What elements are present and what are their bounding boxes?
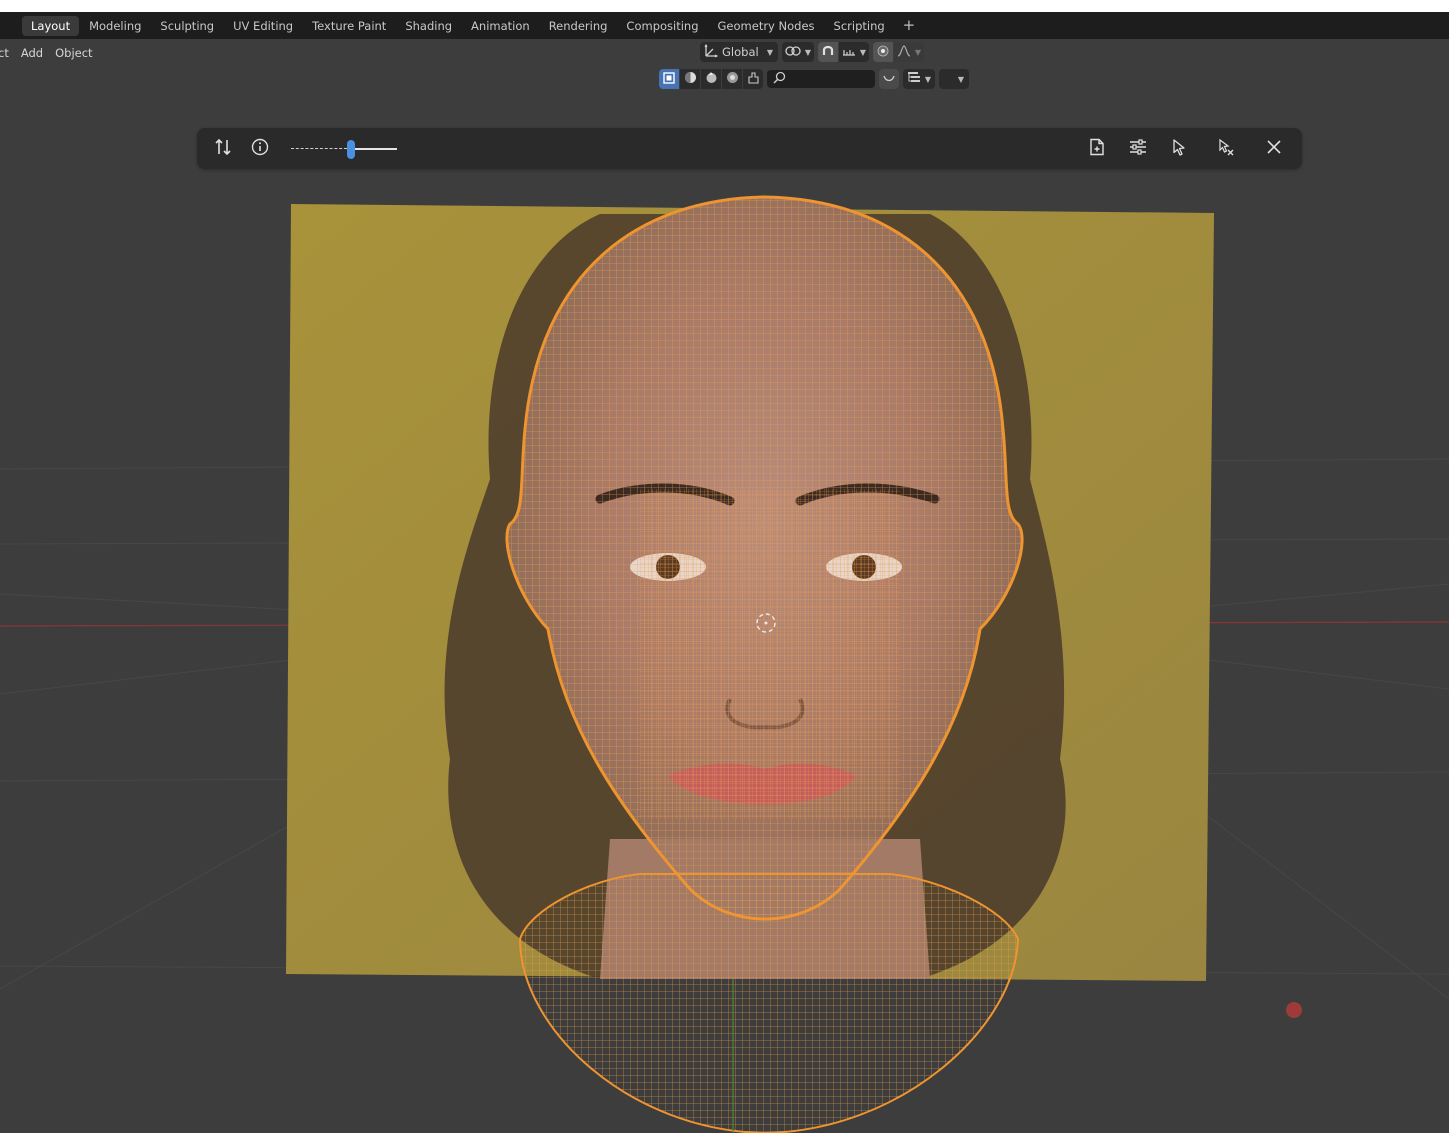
tab-texture-paint[interactable]: Texture Paint bbox=[303, 16, 395, 36]
menu-select[interactable]: ct bbox=[0, 44, 15, 62]
solid-shading-icon bbox=[663, 71, 675, 87]
rendered-shading-icon bbox=[705, 71, 718, 87]
swap-icon bbox=[214, 138, 232, 160]
proportional-falloff-dropdown[interactable]: ▼ bbox=[894, 42, 924, 62]
header-tools-row1: Global ▼ ▼ ▼ ▼ bbox=[700, 41, 924, 63]
tab-shading[interactable]: Shading bbox=[396, 16, 461, 36]
tab-geometry-nodes[interactable]: Geometry Nodes bbox=[709, 16, 824, 36]
light-gizmo[interactable] bbox=[1286, 1002, 1302, 1018]
search-input[interactable] bbox=[767, 70, 875, 88]
pivot-point-dropdown[interactable]: ▼ bbox=[782, 42, 814, 62]
chevron-down-icon: ▼ bbox=[957, 74, 964, 84]
slider-track-dashed bbox=[291, 148, 347, 149]
view-layer-dropdown[interactable]: ▼ bbox=[903, 69, 935, 89]
pin-icon bbox=[1217, 138, 1235, 160]
snap-group: ▼ bbox=[818, 42, 869, 62]
gizmo-icon bbox=[883, 72, 895, 86]
settings-icon bbox=[1129, 138, 1147, 160]
info-button[interactable] bbox=[249, 138, 271, 160]
close-button[interactable] bbox=[1263, 138, 1285, 160]
floating-toolbar bbox=[197, 128, 1302, 169]
3d-viewport[interactable]: ct Add Object Global ▼ ▼ ▼ ▼ ▼ ▼ bbox=[0, 39, 1449, 1133]
material-shading-button[interactable] bbox=[680, 69, 700, 89]
view-layer-icon bbox=[907, 71, 921, 87]
viewport-scene bbox=[0, 195, 1449, 1133]
tab-animation[interactable]: Animation bbox=[462, 16, 539, 36]
snap-toggle[interactable] bbox=[818, 42, 838, 62]
tab-scripting[interactable]: Scripting bbox=[825, 16, 894, 36]
header-tools-row2: ▼ ▼ bbox=[659, 68, 969, 90]
transform-orientation-icon bbox=[704, 43, 719, 61]
extra-dropdown[interactable]: ▼ bbox=[939, 69, 969, 89]
proportional-edit-toggle[interactable] bbox=[873, 42, 893, 62]
solid-shading-button[interactable] bbox=[659, 69, 679, 89]
rendered-shading-button[interactable] bbox=[701, 69, 721, 89]
chevron-down-icon: ▼ bbox=[859, 47, 867, 57]
add-workspace-button[interactable]: + bbox=[895, 18, 924, 33]
tab-modeling[interactable]: Modeling bbox=[80, 16, 150, 36]
tab-layout[interactable]: Layout bbox=[22, 15, 80, 36]
chevron-down-icon: ▼ bbox=[766, 47, 773, 57]
new-file-icon bbox=[1088, 138, 1106, 160]
workspace-tabbar: Layout Modeling Sculpting UV Editing Texture… bbox=[0, 12, 1449, 39]
snap-icon bbox=[821, 44, 835, 61]
tab-uv-editing[interactable]: UV Editing bbox=[224, 16, 302, 36]
select-cursor-icon bbox=[1170, 138, 1188, 160]
chevron-down-icon: ▼ bbox=[924, 74, 932, 84]
menu-object[interactable]: Object bbox=[49, 44, 98, 62]
gizmo-toggle[interactable] bbox=[879, 69, 899, 89]
proportional-group: ▼ bbox=[873, 42, 924, 62]
tab-compositing[interactable]: Compositing bbox=[617, 16, 707, 36]
shading-mode-group bbox=[659, 69, 763, 89]
pin-button[interactable] bbox=[1215, 138, 1237, 160]
slider-thumb[interactable] bbox=[347, 140, 355, 159]
overlay-button[interactable] bbox=[743, 69, 763, 89]
overlay-icon bbox=[747, 71, 760, 87]
transform-orientation-label: Global bbox=[722, 45, 759, 59]
swap-button[interactable] bbox=[212, 138, 234, 160]
material-shading-icon bbox=[684, 71, 697, 87]
pivot-icon bbox=[785, 44, 801, 61]
wireframe-shading-button[interactable] bbox=[722, 69, 742, 89]
settings-button[interactable] bbox=[1127, 138, 1149, 160]
select-cursor-button[interactable] bbox=[1168, 138, 1190, 160]
menu-add[interactable]: Add bbox=[15, 44, 49, 62]
snap-increment-icon bbox=[842, 45, 856, 60]
info-icon bbox=[251, 138, 269, 160]
close-icon bbox=[1266, 139, 1282, 159]
transform-orientation-dropdown[interactable]: Global ▼ bbox=[700, 42, 778, 62]
opacity-slider[interactable] bbox=[291, 140, 397, 159]
new-file-button[interactable] bbox=[1086, 138, 1108, 160]
tab-rendering[interactable]: Rendering bbox=[540, 16, 617, 36]
slider-track-solid bbox=[355, 148, 397, 150]
proportional-falloff-icon bbox=[897, 44, 911, 60]
search-icon bbox=[773, 71, 786, 87]
neck-wireframe bbox=[520, 874, 1018, 1133]
chevron-down-icon: ▼ bbox=[804, 47, 812, 57]
proportional-edit-icon bbox=[877, 45, 889, 60]
viewport-header-menus: ct Add Object bbox=[0, 43, 99, 63]
tab-sculpting[interactable]: Sculpting bbox=[151, 16, 223, 36]
top-strip bbox=[0, 0, 1449, 12]
snap-target-dropdown[interactable]: ▼ bbox=[839, 42, 869, 62]
chevron-down-icon: ▼ bbox=[914, 47, 922, 57]
wireframe-shading-icon bbox=[726, 71, 739, 87]
